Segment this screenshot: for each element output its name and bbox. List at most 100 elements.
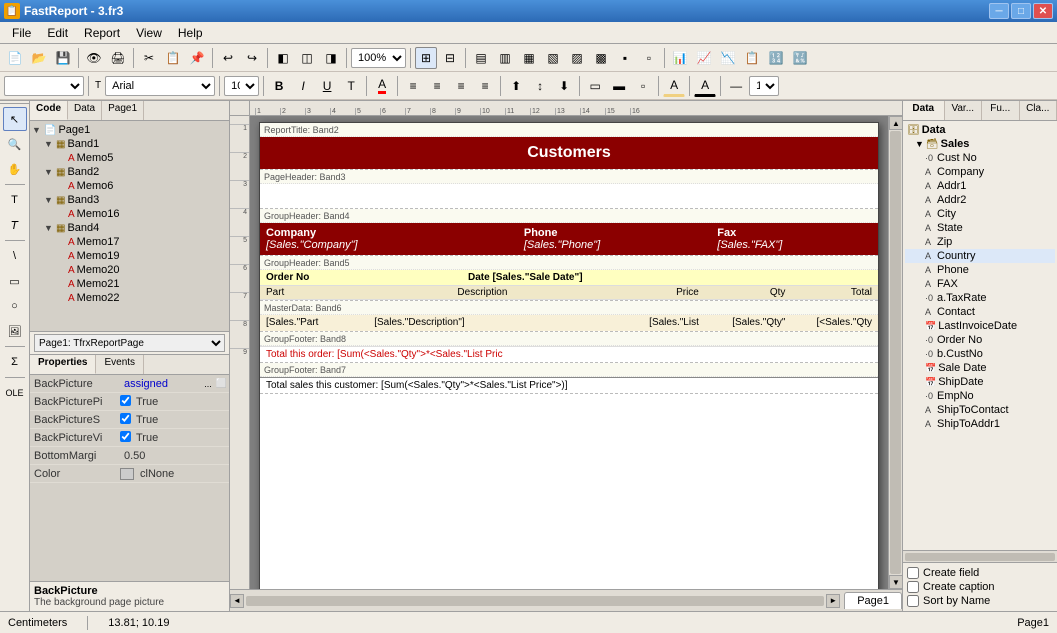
field-saledate[interactable]: 📅 Sale Date bbox=[905, 361, 1055, 375]
create-field-row[interactable]: Create field bbox=[907, 566, 1053, 580]
report-canvas[interactable]: ReportTitle: Band2 Customers PageHeader:… bbox=[250, 116, 888, 589]
tool3[interactable]: ▦ bbox=[518, 47, 540, 69]
line-width[interactable]: — bbox=[725, 75, 747, 97]
copy-button[interactable]: 📋 bbox=[162, 47, 184, 69]
tool-b[interactable]: 𝘛 bbox=[3, 213, 27, 237]
chart1[interactable]: 📊 bbox=[669, 47, 691, 69]
ole-tool[interactable]: OLE bbox=[3, 381, 27, 405]
align-right-obj[interactable]: ◨ bbox=[320, 47, 342, 69]
tree-memo17[interactable]: A Memo17 bbox=[32, 235, 227, 249]
picture-tool[interactable]: 🖼 bbox=[3, 319, 27, 343]
tab-var[interactable]: Var... bbox=[945, 101, 983, 120]
field-addr2[interactable]: A Addr2 bbox=[905, 193, 1055, 207]
prop-color[interactable]: Color clNone bbox=[30, 465, 229, 483]
data-sales-node[interactable]: ▼ 🗃 Sales bbox=[905, 137, 1055, 151]
field-phone[interactable]: A Phone bbox=[905, 263, 1055, 277]
tab-data[interactable]: Data bbox=[68, 101, 102, 120]
zoom-tool[interactable]: 🔍 bbox=[3, 132, 27, 156]
field-shiptocontact[interactable]: A ShipToContact bbox=[905, 403, 1055, 417]
style-select[interactable] bbox=[4, 76, 84, 96]
chart5[interactable]: 🔢 bbox=[765, 47, 787, 69]
align-text-left[interactable]: ≡ bbox=[402, 75, 424, 97]
field-company[interactable]: A Company bbox=[905, 165, 1055, 179]
text-tool[interactable]: T bbox=[3, 188, 27, 212]
highlight-button[interactable]: A bbox=[371, 75, 393, 97]
field-empno[interactable]: ·0 EmpNo bbox=[905, 389, 1055, 403]
chart3[interactable]: 📉 bbox=[717, 47, 739, 69]
scroll-thumb[interactable] bbox=[890, 131, 901, 574]
prop-backpicturepi[interactable]: BackPicturePi True bbox=[30, 393, 229, 411]
hand-tool[interactable]: ✋ bbox=[3, 157, 27, 181]
tool6[interactable]: ▩ bbox=[590, 47, 612, 69]
page-tab-page1[interactable]: Page1 bbox=[844, 592, 902, 609]
close-button[interactable]: ✕ bbox=[1033, 3, 1053, 19]
sort-by-name-checkbox[interactable] bbox=[907, 595, 919, 607]
tree-memo5[interactable]: A Memo5 bbox=[32, 151, 227, 165]
data-hscroll[interactable] bbox=[903, 550, 1057, 562]
snap-button[interactable]: ⊟ bbox=[439, 47, 461, 69]
menu-file[interactable]: File bbox=[4, 24, 39, 42]
zoom-select[interactable]: 100% 75% 150% bbox=[351, 48, 406, 68]
grid-button[interactable]: ⊞ bbox=[415, 47, 437, 69]
tab-events[interactable]: Events bbox=[96, 355, 144, 374]
field-orderno[interactable]: ·0 Order No bbox=[905, 333, 1055, 347]
rect-tool[interactable]: ▭ bbox=[3, 269, 27, 293]
sort-by-name-row[interactable]: Sort by Name bbox=[907, 594, 1053, 608]
border-outer[interactable]: ▬ bbox=[608, 75, 630, 97]
field-shipdate[interactable]: 📅 ShipDate bbox=[905, 375, 1055, 389]
maximize-button[interactable]: □ bbox=[1011, 3, 1031, 19]
line-color[interactable]: A bbox=[694, 75, 716, 97]
field-fax[interactable]: A FAX bbox=[905, 277, 1055, 291]
insert-col[interactable]: ▥ bbox=[494, 47, 516, 69]
line-tool[interactable]: \ bbox=[3, 244, 27, 268]
sigma-tool[interactable]: Σ bbox=[3, 350, 27, 374]
insert-band[interactable]: ▤ bbox=[470, 47, 492, 69]
ellipse-tool[interactable]: ○ bbox=[3, 294, 27, 318]
tab-fu[interactable]: Fu... bbox=[982, 101, 1020, 120]
save-button[interactable]: 💾 bbox=[52, 47, 74, 69]
tree-memo22[interactable]: A Memo22 bbox=[32, 291, 227, 305]
field-country[interactable]: A Country bbox=[905, 249, 1055, 263]
tree-band3[interactable]: ▼ ▦ Band3 bbox=[32, 193, 227, 207]
fill-color[interactable]: A bbox=[663, 75, 685, 97]
scrollbar-vertical[interactable]: ▲ ▼ bbox=[888, 116, 902, 589]
tree-band4[interactable]: ▼ ▦ Band4 bbox=[32, 221, 227, 235]
tab-data[interactable]: Data bbox=[903, 101, 945, 120]
align-text-justify[interactable]: ≡ bbox=[474, 75, 496, 97]
create-caption-checkbox[interactable] bbox=[907, 581, 919, 593]
new-button[interactable]: 📄 bbox=[4, 47, 26, 69]
field-custno[interactable]: ·0 Cust No bbox=[905, 151, 1055, 165]
cut-button[interactable]: ✂ bbox=[138, 47, 160, 69]
field-bcustno[interactable]: ·0 b.CustNo bbox=[905, 347, 1055, 361]
redo-button[interactable]: ↪ bbox=[241, 47, 263, 69]
align-text-center[interactable]: ≡ bbox=[426, 75, 448, 97]
border-none[interactable]: ▫ bbox=[632, 75, 654, 97]
create-field-checkbox[interactable] bbox=[907, 567, 919, 579]
prop-backpictures[interactable]: BackPictureS True bbox=[30, 411, 229, 429]
size-select[interactable]: 10 bbox=[224, 76, 259, 96]
tree-band2[interactable]: ▼ ▦ Band2 bbox=[32, 165, 227, 179]
tree-memo21[interactable]: A Memo21 bbox=[32, 277, 227, 291]
menu-report[interactable]: Report bbox=[76, 24, 128, 42]
prop-backpicturevi[interactable]: BackPictureVi True bbox=[30, 429, 229, 447]
prop-backpicture[interactable]: BackPicture assigned ... ⬜ bbox=[30, 375, 229, 393]
select-tool[interactable]: ↖ bbox=[3, 107, 27, 131]
valign-top[interactable]: ⬆ bbox=[505, 75, 527, 97]
window-controls[interactable]: ─ □ ✕ bbox=[989, 3, 1053, 19]
scroll-right-button[interactable]: ► bbox=[826, 594, 840, 608]
line-width-select[interactable]: 1 bbox=[749, 76, 779, 96]
field-lastinvoice[interactable]: 📅 LastInvoiceDate bbox=[905, 319, 1055, 333]
tree-memo19[interactable]: A Memo19 bbox=[32, 249, 227, 263]
scroll-left-button[interactable]: ◄ bbox=[230, 594, 244, 608]
tree-memo16[interactable]: A Memo16 bbox=[32, 207, 227, 221]
create-caption-row[interactable]: Create caption bbox=[907, 580, 1053, 594]
align-center-obj[interactable]: ◫ bbox=[296, 47, 318, 69]
open-button[interactable]: 📂 bbox=[28, 47, 50, 69]
field-state[interactable]: A State bbox=[905, 221, 1055, 235]
chart4[interactable]: 📋 bbox=[741, 47, 763, 69]
tool8[interactable]: ▫ bbox=[638, 47, 660, 69]
align-text-right[interactable]: ≡ bbox=[450, 75, 472, 97]
tree-band1[interactable]: ▼ ▦ Band1 bbox=[32, 137, 227, 151]
tab-properties[interactable]: Properties bbox=[30, 355, 96, 374]
italic-button[interactable]: I bbox=[292, 75, 314, 97]
